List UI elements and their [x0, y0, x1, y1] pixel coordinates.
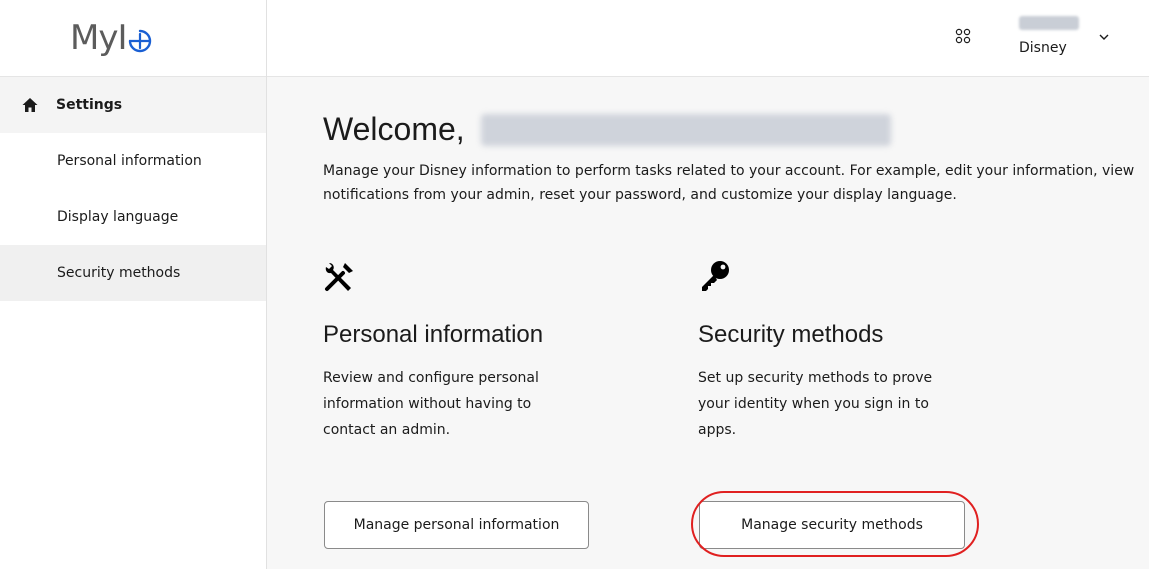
sidebar-nav: Settings Personal information Display la… [0, 77, 266, 301]
manage-security-methods-button[interactable]: Manage security methods [699, 501, 965, 549]
intro-text: Manage your Disney information to perfor… [323, 163, 1135, 203]
sidebar-item-personal-information[interactable]: Personal information [0, 133, 266, 189]
chevron-down-icon[interactable] [1097, 30, 1111, 44]
manage-personal-information-button[interactable]: Manage personal information [324, 501, 589, 549]
tools-icon [325, 263, 353, 291]
account-organization: Disney [1019, 40, 1067, 56]
sidebar-item-label: Personal information [57, 153, 202, 169]
sidebar-item-settings[interactable]: Settings [0, 77, 266, 133]
key-icon [702, 261, 729, 291]
card-description: Review and configure personal informatio… [323, 370, 539, 438]
sidebar-item-security-methods[interactable]: Security methods [0, 245, 266, 301]
sidebar: MyI Settings Personal information Displa… [0, 0, 267, 569]
sidebar-item-display-language[interactable]: Display language [0, 189, 266, 245]
sidebar-item-label: Settings [56, 97, 123, 113]
main-content: Welcome, Manage your Disney information … [267, 77, 1149, 569]
card-description: Set up security methods to prove your id… [698, 370, 933, 438]
logo[interactable]: MyI [70, 14, 153, 62]
logo-mark-icon [129, 29, 152, 53]
sidebar-item-label: Display language [57, 209, 179, 225]
account-menu[interactable]: Disney [1019, 16, 1129, 60]
sidebar-item-label: Security methods [57, 265, 181, 281]
welcome-heading: Welcome, [323, 111, 891, 148]
home-icon [22, 98, 38, 112]
welcome-text: Welcome, [323, 111, 465, 147]
account-name-redacted [1019, 16, 1079, 30]
logo-text: MyI [70, 18, 127, 58]
apps-grid-icon[interactable] [953, 26, 973, 46]
security-methods-card: Security methods Set up security methods… [698, 259, 998, 443]
card-title: Personal information [323, 321, 544, 348]
personal-information-card: Personal information Review and configur… [323, 259, 623, 443]
card-title: Security methods [698, 321, 884, 348]
top-bar: Disney [267, 0, 1149, 77]
user-name-redacted [480, 113, 891, 146]
